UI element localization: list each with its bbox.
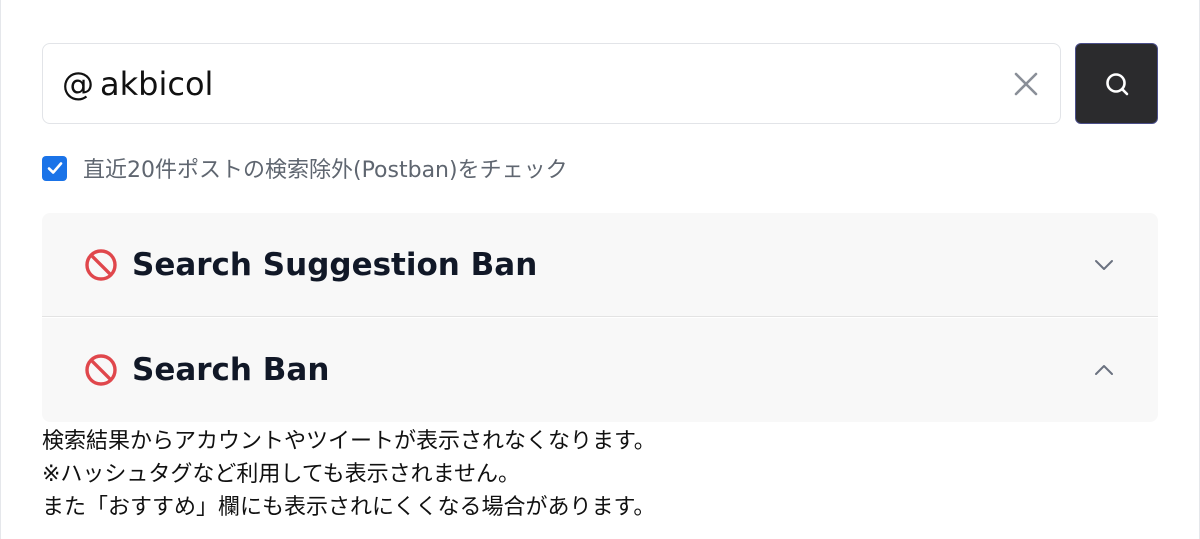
handle-prefix: @ [62, 64, 94, 103]
chevron-down-icon [1092, 253, 1116, 277]
result-search-suggestion-ban[interactable]: Search Suggestion Ban [42, 213, 1158, 317]
clear-button[interactable] [1008, 66, 1044, 102]
search-ban-description: 検索結果からアカウントやツイートが表示されなくなります。 ※ハッシュタグなど利用… [42, 425, 1158, 524]
postban-option: 直近20件ポストの検索除外(Postban)をチェック [42, 152, 568, 184]
search-input[interactable] [94, 53, 974, 114]
description-line: ※ハッシュタグなど利用しても表示されません。 [42, 462, 521, 487]
postban-label[interactable]: 直近20件ポストの検索除外(Postban)をチェック [83, 152, 568, 184]
checkmark-icon [47, 162, 62, 174]
search-submit-button[interactable] [1075, 43, 1158, 124]
search-field: @ [42, 43, 1061, 124]
chevron-up-icon [1092, 358, 1116, 382]
prohibited-icon [84, 248, 118, 282]
close-icon [1014, 72, 1038, 96]
description-line: 検索結果からアカウントやツイートが表示されなくなります。 [42, 429, 656, 454]
description-line: また「おすすめ」欄にも表示されにくくなる場合があります。 [42, 495, 656, 520]
search-icon [1105, 72, 1128, 95]
prohibited-icon [84, 353, 118, 387]
result-search-ban[interactable]: Search Ban [42, 318, 1158, 422]
postban-checkbox[interactable] [42, 155, 67, 181]
frame-border-left [0, 0, 1, 539]
search-bar: @ [42, 43, 1158, 124]
result-title: Search Suggestion Ban [132, 246, 538, 283]
result-title: Search Ban [132, 352, 330, 388]
